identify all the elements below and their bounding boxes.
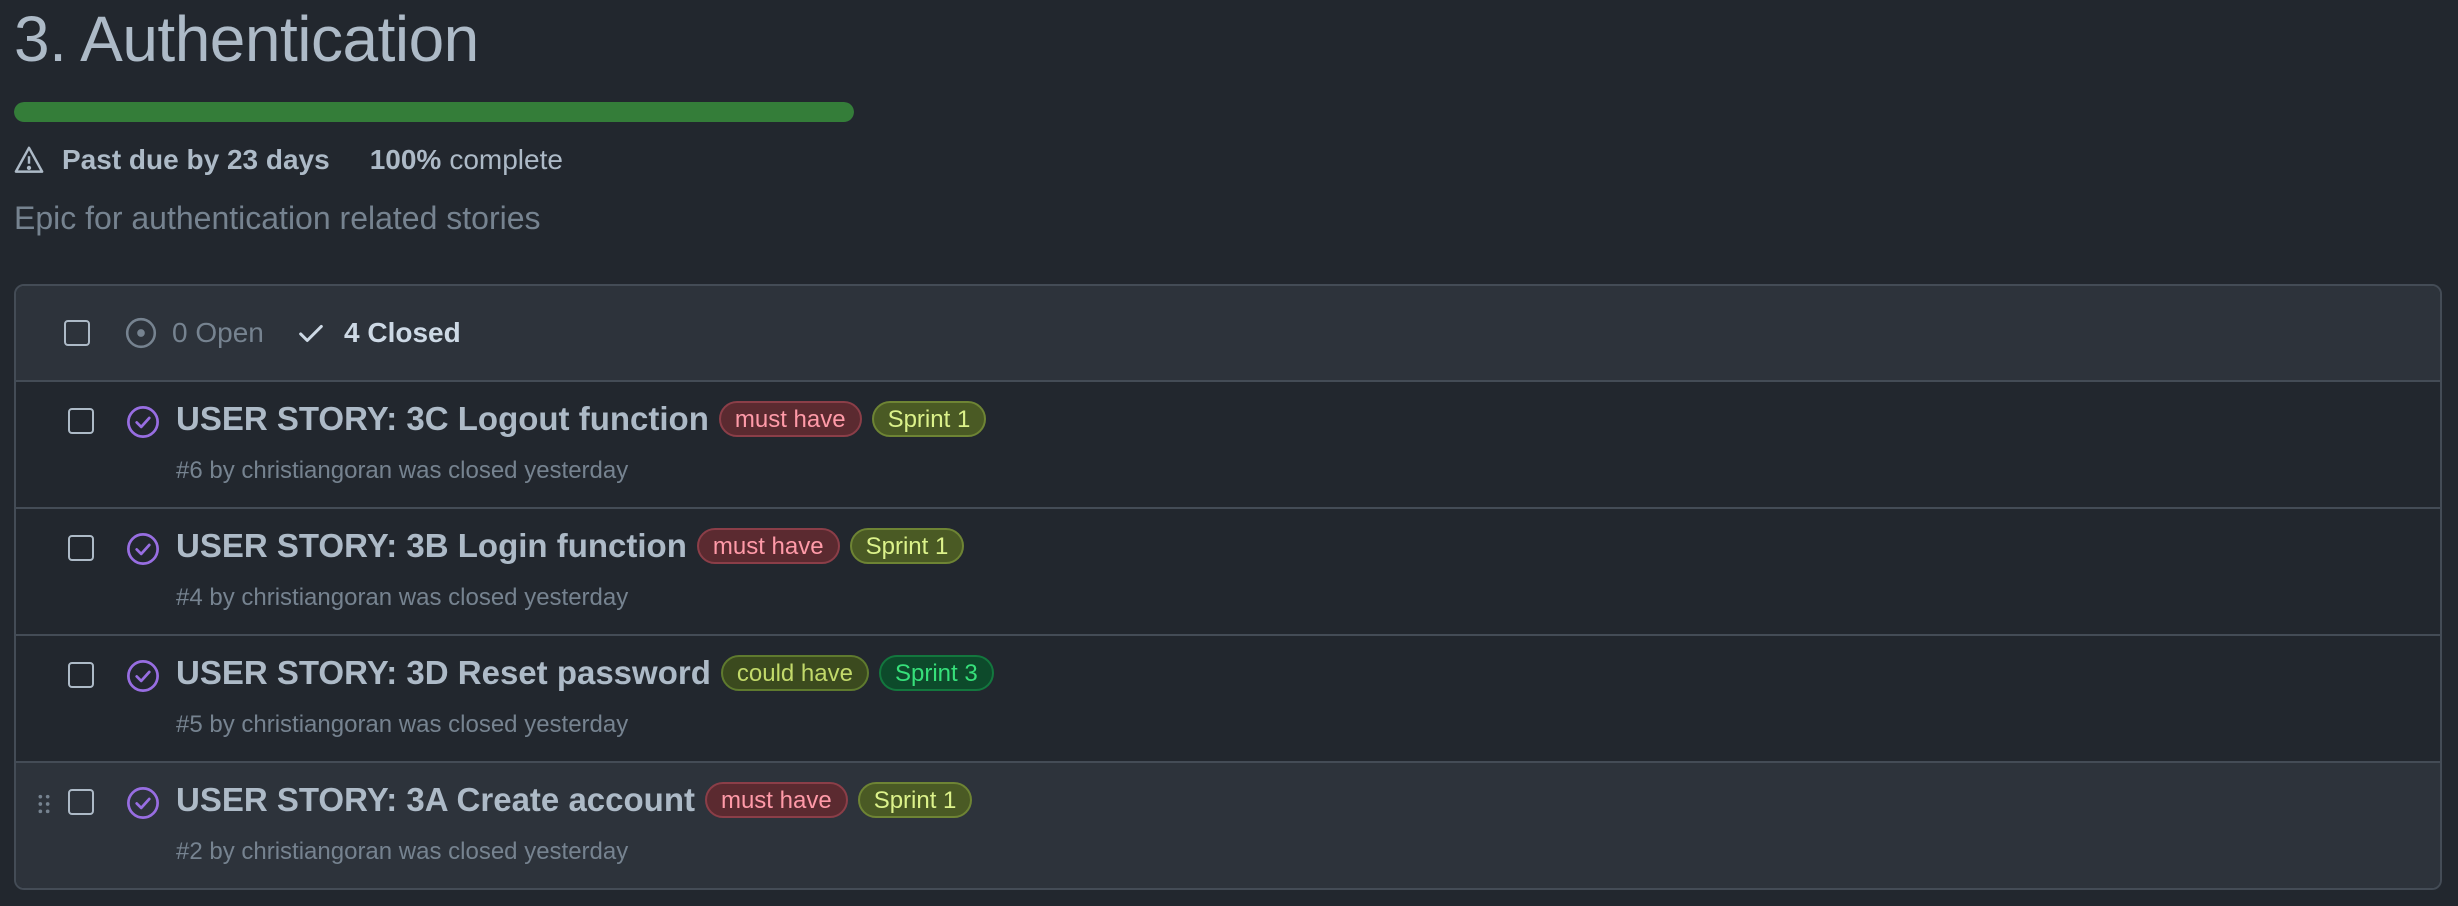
issue-row[interactable]: USER STORY: 3D Reset password could have… xyxy=(16,636,2440,763)
issue-meta: #2 by christiangoran was closed yesterda… xyxy=(176,838,629,865)
issue-meta: #6 by christiangoran was closed yesterda… xyxy=(176,457,629,484)
label-sprint[interactable]: Sprint 1 xyxy=(871,401,987,437)
issue-title-link[interactable]: USER STORY: 3D Reset password xyxy=(176,654,711,692)
issue-row[interactable]: USER STORY: 3B Login function must have … xyxy=(16,509,2440,636)
label-must-have[interactable]: must have xyxy=(696,528,840,564)
issue-meta: #5 by christiangoran was closed yesterda… xyxy=(176,711,629,738)
issue-title-line: USER STORY: 3C Logout function must have… xyxy=(176,400,987,438)
milestone-description: Epic for authentication related stories xyxy=(14,200,541,236)
closed-filter[interactable]: 4 Closed xyxy=(296,317,461,349)
complete-label: complete xyxy=(449,144,563,175)
issue-checkbox[interactable] xyxy=(68,408,94,434)
label-must-have[interactable]: must have xyxy=(718,401,862,437)
issue-title-link[interactable]: USER STORY: 3B Login function xyxy=(176,527,687,565)
issue-checkbox[interactable] xyxy=(68,535,94,561)
closed-count: 4 Closed xyxy=(344,317,461,348)
open-count: 0 Open xyxy=(172,317,264,348)
issue-closed-icon xyxy=(127,787,159,819)
label-sprint[interactable]: Sprint 3 xyxy=(878,655,994,691)
label-could-have[interactable]: could have xyxy=(720,655,869,691)
label-must-have[interactable]: must have xyxy=(704,782,848,818)
label-sprint[interactable]: Sprint 1 xyxy=(857,782,973,818)
issue-meta: #4 by christiangoran was closed yesterda… xyxy=(176,584,629,611)
issues-list: 0 Open 4 Closed USER STORY: 3C Logout fu… xyxy=(14,284,2442,890)
issue-closed-icon xyxy=(127,406,159,438)
progress-fill xyxy=(14,102,854,122)
milestone-meta: Past due by 23 days 100% complete xyxy=(14,140,563,180)
open-filter[interactable]: 0 Open xyxy=(124,316,264,350)
due-status: Past due by 23 days xyxy=(62,144,330,175)
milestone-page: 3. Authentication Past due by 23 days 10… xyxy=(0,0,2458,906)
milestone-title: 3. Authentication xyxy=(14,3,479,75)
issue-checkbox[interactable] xyxy=(68,789,94,815)
issues-list-header: 0 Open 4 Closed xyxy=(16,286,2440,382)
issue-closed-icon xyxy=(127,660,159,692)
issue-closed-icon xyxy=(127,533,159,565)
select-all-checkbox[interactable] xyxy=(64,320,90,346)
issue-row[interactable]: USER STORY: 3A Create account must have … xyxy=(16,763,2440,888)
percent-complete: 100% xyxy=(369,144,442,175)
check-icon xyxy=(299,324,323,342)
issue-checkbox[interactable] xyxy=(68,662,94,688)
issue-title-link[interactable]: USER STORY: 3A Create account xyxy=(176,781,695,819)
issue-title-line: USER STORY: 3B Login function must have … xyxy=(176,527,965,565)
issue-title-line: USER STORY: 3D Reset password could have… xyxy=(176,654,994,692)
alert-icon xyxy=(14,146,44,173)
issue-title-link[interactable]: USER STORY: 3C Logout function xyxy=(176,400,709,438)
issue-opened-icon xyxy=(125,317,157,349)
issue-title-line: USER STORY: 3A Create account must have … xyxy=(176,781,973,819)
grabber-icon[interactable] xyxy=(36,793,52,815)
progress-bar xyxy=(14,102,854,122)
label-sprint[interactable]: Sprint 1 xyxy=(849,528,965,564)
issue-row[interactable]: USER STORY: 3C Logout function must have… xyxy=(16,382,2440,509)
